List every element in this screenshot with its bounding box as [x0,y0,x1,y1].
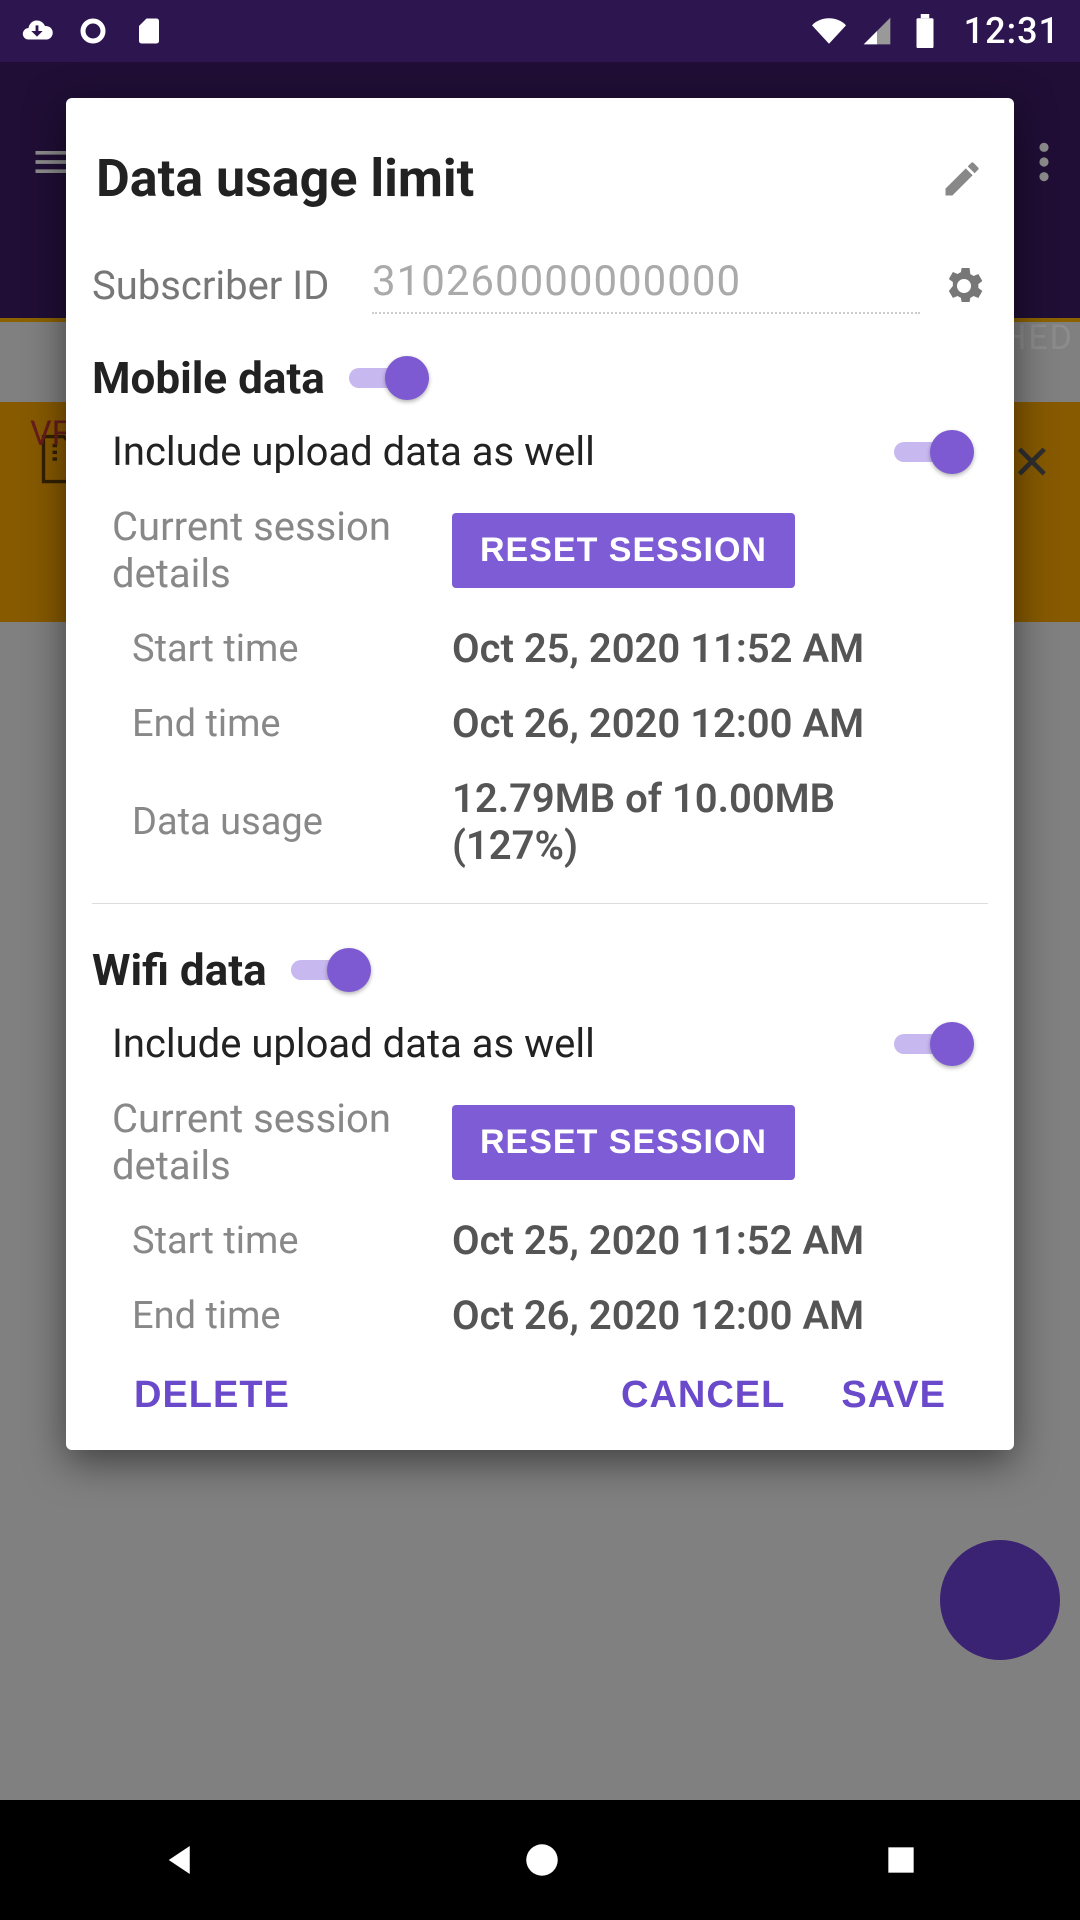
overflow-icon [1038,140,1050,184]
sd-card-icon [132,14,166,48]
subscriber-id-label: Subscriber ID [92,262,352,309]
mobile-include-upload-label: Include upload data as well [112,428,870,475]
wifi-include-upload-label: Include upload data as well [112,1020,870,1067]
cloud-download-icon [20,14,54,48]
status-bar: 12:31 [0,0,1080,62]
mobile-end-label: End time [112,702,452,746]
wifi-data-toggle[interactable] [291,950,365,990]
mobile-reset-session-button[interactable]: RESET SESSION [452,513,795,588]
mobile-usage-label: Data usage [112,800,452,844]
subscriber-id-value: 310260000000000 [372,257,920,306]
mobile-start-label: Start time [112,627,452,671]
status-clock: 12:31 [964,10,1060,52]
mobile-usage-value: 12.79MB of 10.00MB (127%) [452,775,968,869]
wifi-start-value: Oct 25, 2020 11:52 AM [452,1217,968,1264]
fab [940,1540,1060,1660]
circle-icon [76,14,110,48]
mobile-start-value: Oct 25, 2020 11:52 AM [452,625,968,672]
recent-apps-icon[interactable] [882,1841,920,1879]
delete-button[interactable]: DELETE [106,1354,318,1437]
cell-signal-icon [860,14,894,48]
android-nav-bar [0,1800,1080,1920]
wifi-session-label: Current session details [112,1095,452,1189]
mobile-data-toggle[interactable] [349,358,423,398]
data-usage-dialog: Data usage limit Subscriber ID 310260000… [66,98,1014,1450]
divider [92,903,988,904]
wifi-end-value: Oct 26, 2020 12:00 AM [452,1292,968,1339]
dialog-title: Data usage limit [96,148,940,209]
wifi-end-label: End time [112,1294,452,1338]
mobile-include-upload-toggle[interactable] [894,432,968,472]
wifi-data-title: Wifi data [92,944,267,996]
back-icon[interactable] [160,1839,202,1881]
wifi-icon [812,14,846,48]
gear-icon[interactable] [940,262,988,310]
mobile-end-value: Oct 26, 2020 12:00 AM [452,700,968,747]
mobile-data-title: Mobile data [92,352,325,404]
home-icon[interactable] [521,1839,563,1881]
battery-icon [908,14,942,48]
cancel-button[interactable]: CANCEL [593,1354,813,1437]
mobile-session-label: Current session details [112,503,452,597]
edit-icon[interactable] [940,157,984,201]
wifi-reset-session-button[interactable]: RESET SESSION [452,1105,795,1180]
wifi-include-upload-toggle[interactable] [894,1024,968,1064]
bg-vf-text: VF [30,414,70,454]
close-icon: ✕ [1012,434,1052,491]
save-button[interactable]: SAVE [813,1354,974,1437]
wifi-start-label: Start time [112,1219,452,1263]
subscriber-id-input[interactable]: 310260000000000 [372,257,920,314]
